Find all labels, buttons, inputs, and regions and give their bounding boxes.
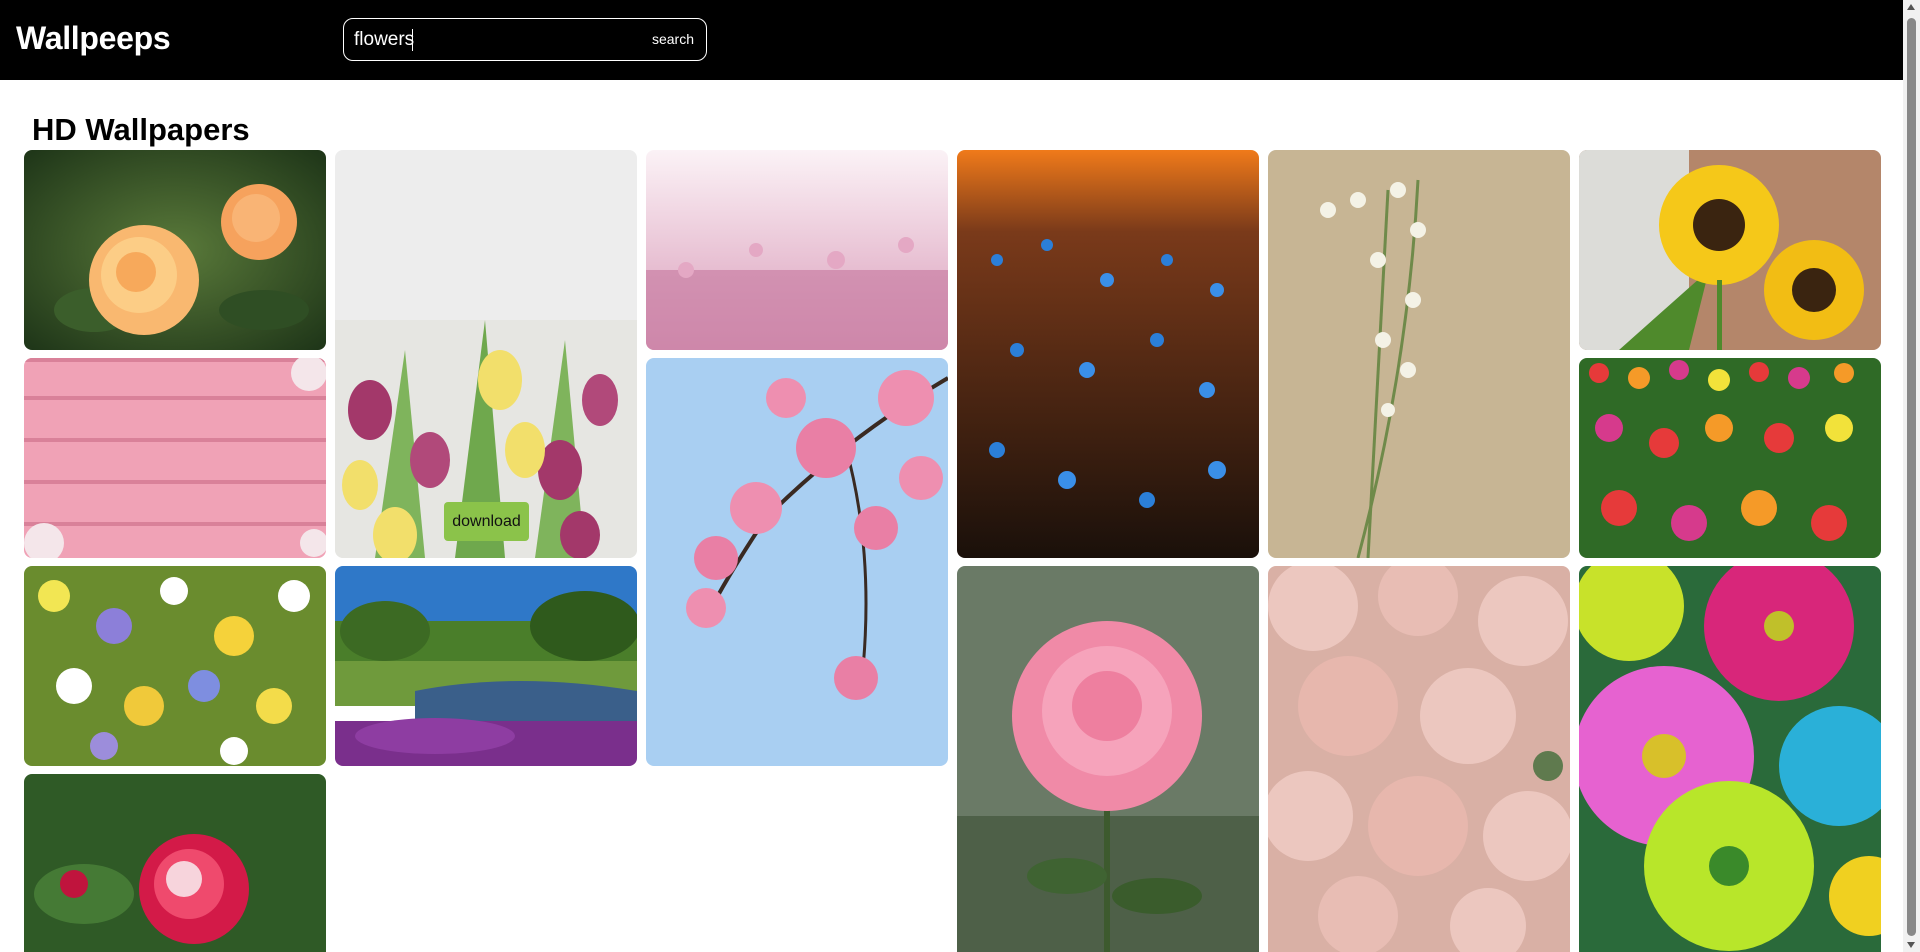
wallpaper-red-rose[interactable] — [24, 774, 326, 952]
scrollbar-thumb[interactable] — [1907, 18, 1916, 936]
wallpaper-tulips[interactable]: download — [335, 150, 637, 558]
search-bar: search — [343, 18, 707, 61]
wallpaper-ranunculus[interactable] — [1268, 566, 1570, 952]
wallpaper-orange-roses[interactable] — [24, 150, 326, 350]
wallpaper-park-lake[interactable] — [335, 566, 637, 766]
search-button[interactable]: search — [652, 31, 694, 47]
wallpaper-pink-meadow[interactable] — [646, 150, 948, 350]
wallpaper-gerbera-daisies[interactable] — [1579, 566, 1881, 952]
wallpaper-sunflowers[interactable] — [1579, 150, 1881, 350]
text-caret — [412, 29, 413, 51]
search-input[interactable] — [354, 26, 614, 54]
wallpaper-cornflowers[interactable] — [957, 150, 1259, 558]
wallpaper-cherry-blossom[interactable] — [646, 358, 948, 766]
wallpaper-spring-wildflowers[interactable] — [24, 566, 326, 766]
scroll-down-arrow-icon[interactable] — [1907, 942, 1915, 948]
top-navbar: Wallpeeps search — [0, 0, 1903, 80]
scroll-up-arrow-icon[interactable] — [1907, 4, 1915, 10]
wallpaper-tulip-field[interactable] — [1579, 358, 1881, 558]
wallpaper-pink-rose[interactable] — [957, 566, 1259, 952]
page-title: HD Wallpapers — [32, 112, 250, 147]
wallpaper-pink-boards[interactable] — [24, 358, 326, 558]
wallpaper-lily-of-valley[interactable] — [1268, 150, 1570, 558]
wallpaper-gallery: download — [24, 150, 1882, 952]
download-button[interactable]: download — [444, 502, 529, 541]
site-logo[interactable]: Wallpeeps — [16, 20, 171, 57]
vertical-scrollbar[interactable] — [1903, 0, 1920, 952]
